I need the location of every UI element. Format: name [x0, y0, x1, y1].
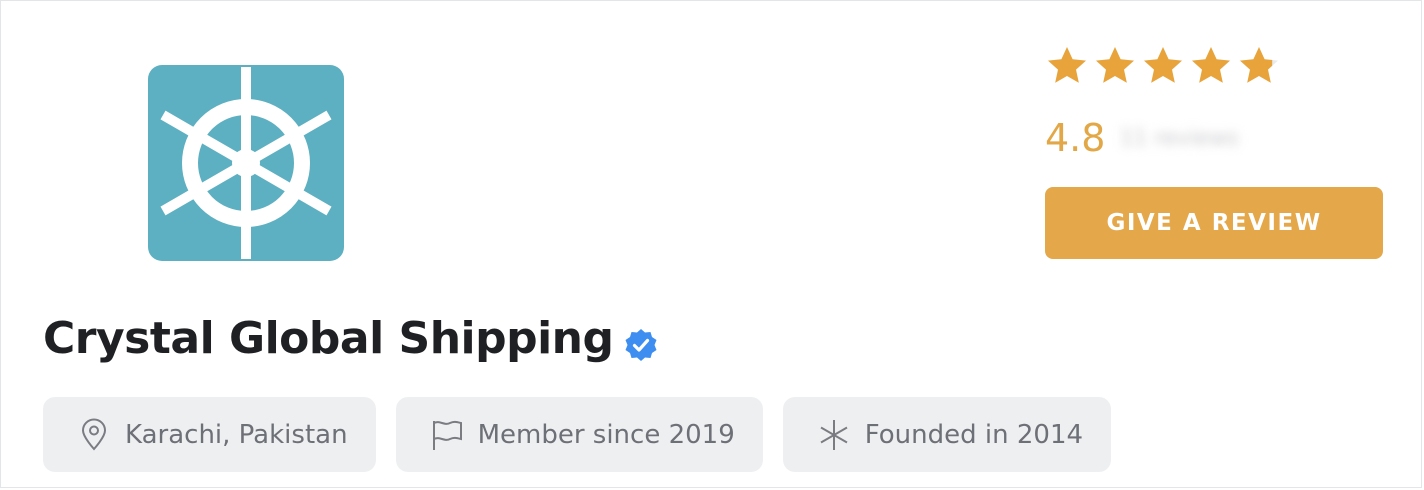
- founded-chip: Founded in 2014: [782, 397, 1112, 472]
- star-icon: [1141, 44, 1185, 88]
- member-since-chip: Member since 2019: [395, 397, 763, 472]
- company-name: Crystal Global Shipping: [43, 313, 658, 364]
- star-rating: [1045, 41, 1385, 91]
- flag-icon: [430, 418, 464, 452]
- give-review-button[interactable]: GIVE A REVIEW: [1045, 187, 1383, 259]
- company-profile-card: Crystal Global Shipping Karachi, Pakista…: [0, 0, 1422, 488]
- location-chip: Karachi, Pakistan: [43, 397, 376, 472]
- reviews-count[interactable]: 11 reviews: [1119, 126, 1238, 151]
- member-since-label: Member since 2019: [477, 419, 735, 450]
- rating-panel: 4.8 11 reviews GIVE A REVIEW: [1045, 41, 1385, 259]
- star-icon: [1189, 44, 1233, 88]
- founded-label: Founded in 2014: [864, 419, 1084, 450]
- company-logo: [45, 43, 357, 279]
- score-row: 4.8 11 reviews: [1045, 113, 1385, 163]
- ship-wheel-icon: [148, 65, 344, 261]
- asterisk-icon: [817, 418, 851, 452]
- company-name-text: Crystal Global Shipping: [43, 313, 614, 364]
- star-icon: [1093, 44, 1137, 88]
- star-icon: [1237, 44, 1281, 88]
- rating-score: 4.8: [1045, 116, 1106, 160]
- location-label: Karachi, Pakistan: [125, 419, 348, 450]
- star-icon: [1045, 44, 1089, 88]
- verified-badge-icon: [624, 322, 658, 361]
- location-pin-icon: [77, 418, 111, 452]
- company-info-chips: Karachi, Pakistan Member since 2019 Foun…: [43, 397, 1131, 472]
